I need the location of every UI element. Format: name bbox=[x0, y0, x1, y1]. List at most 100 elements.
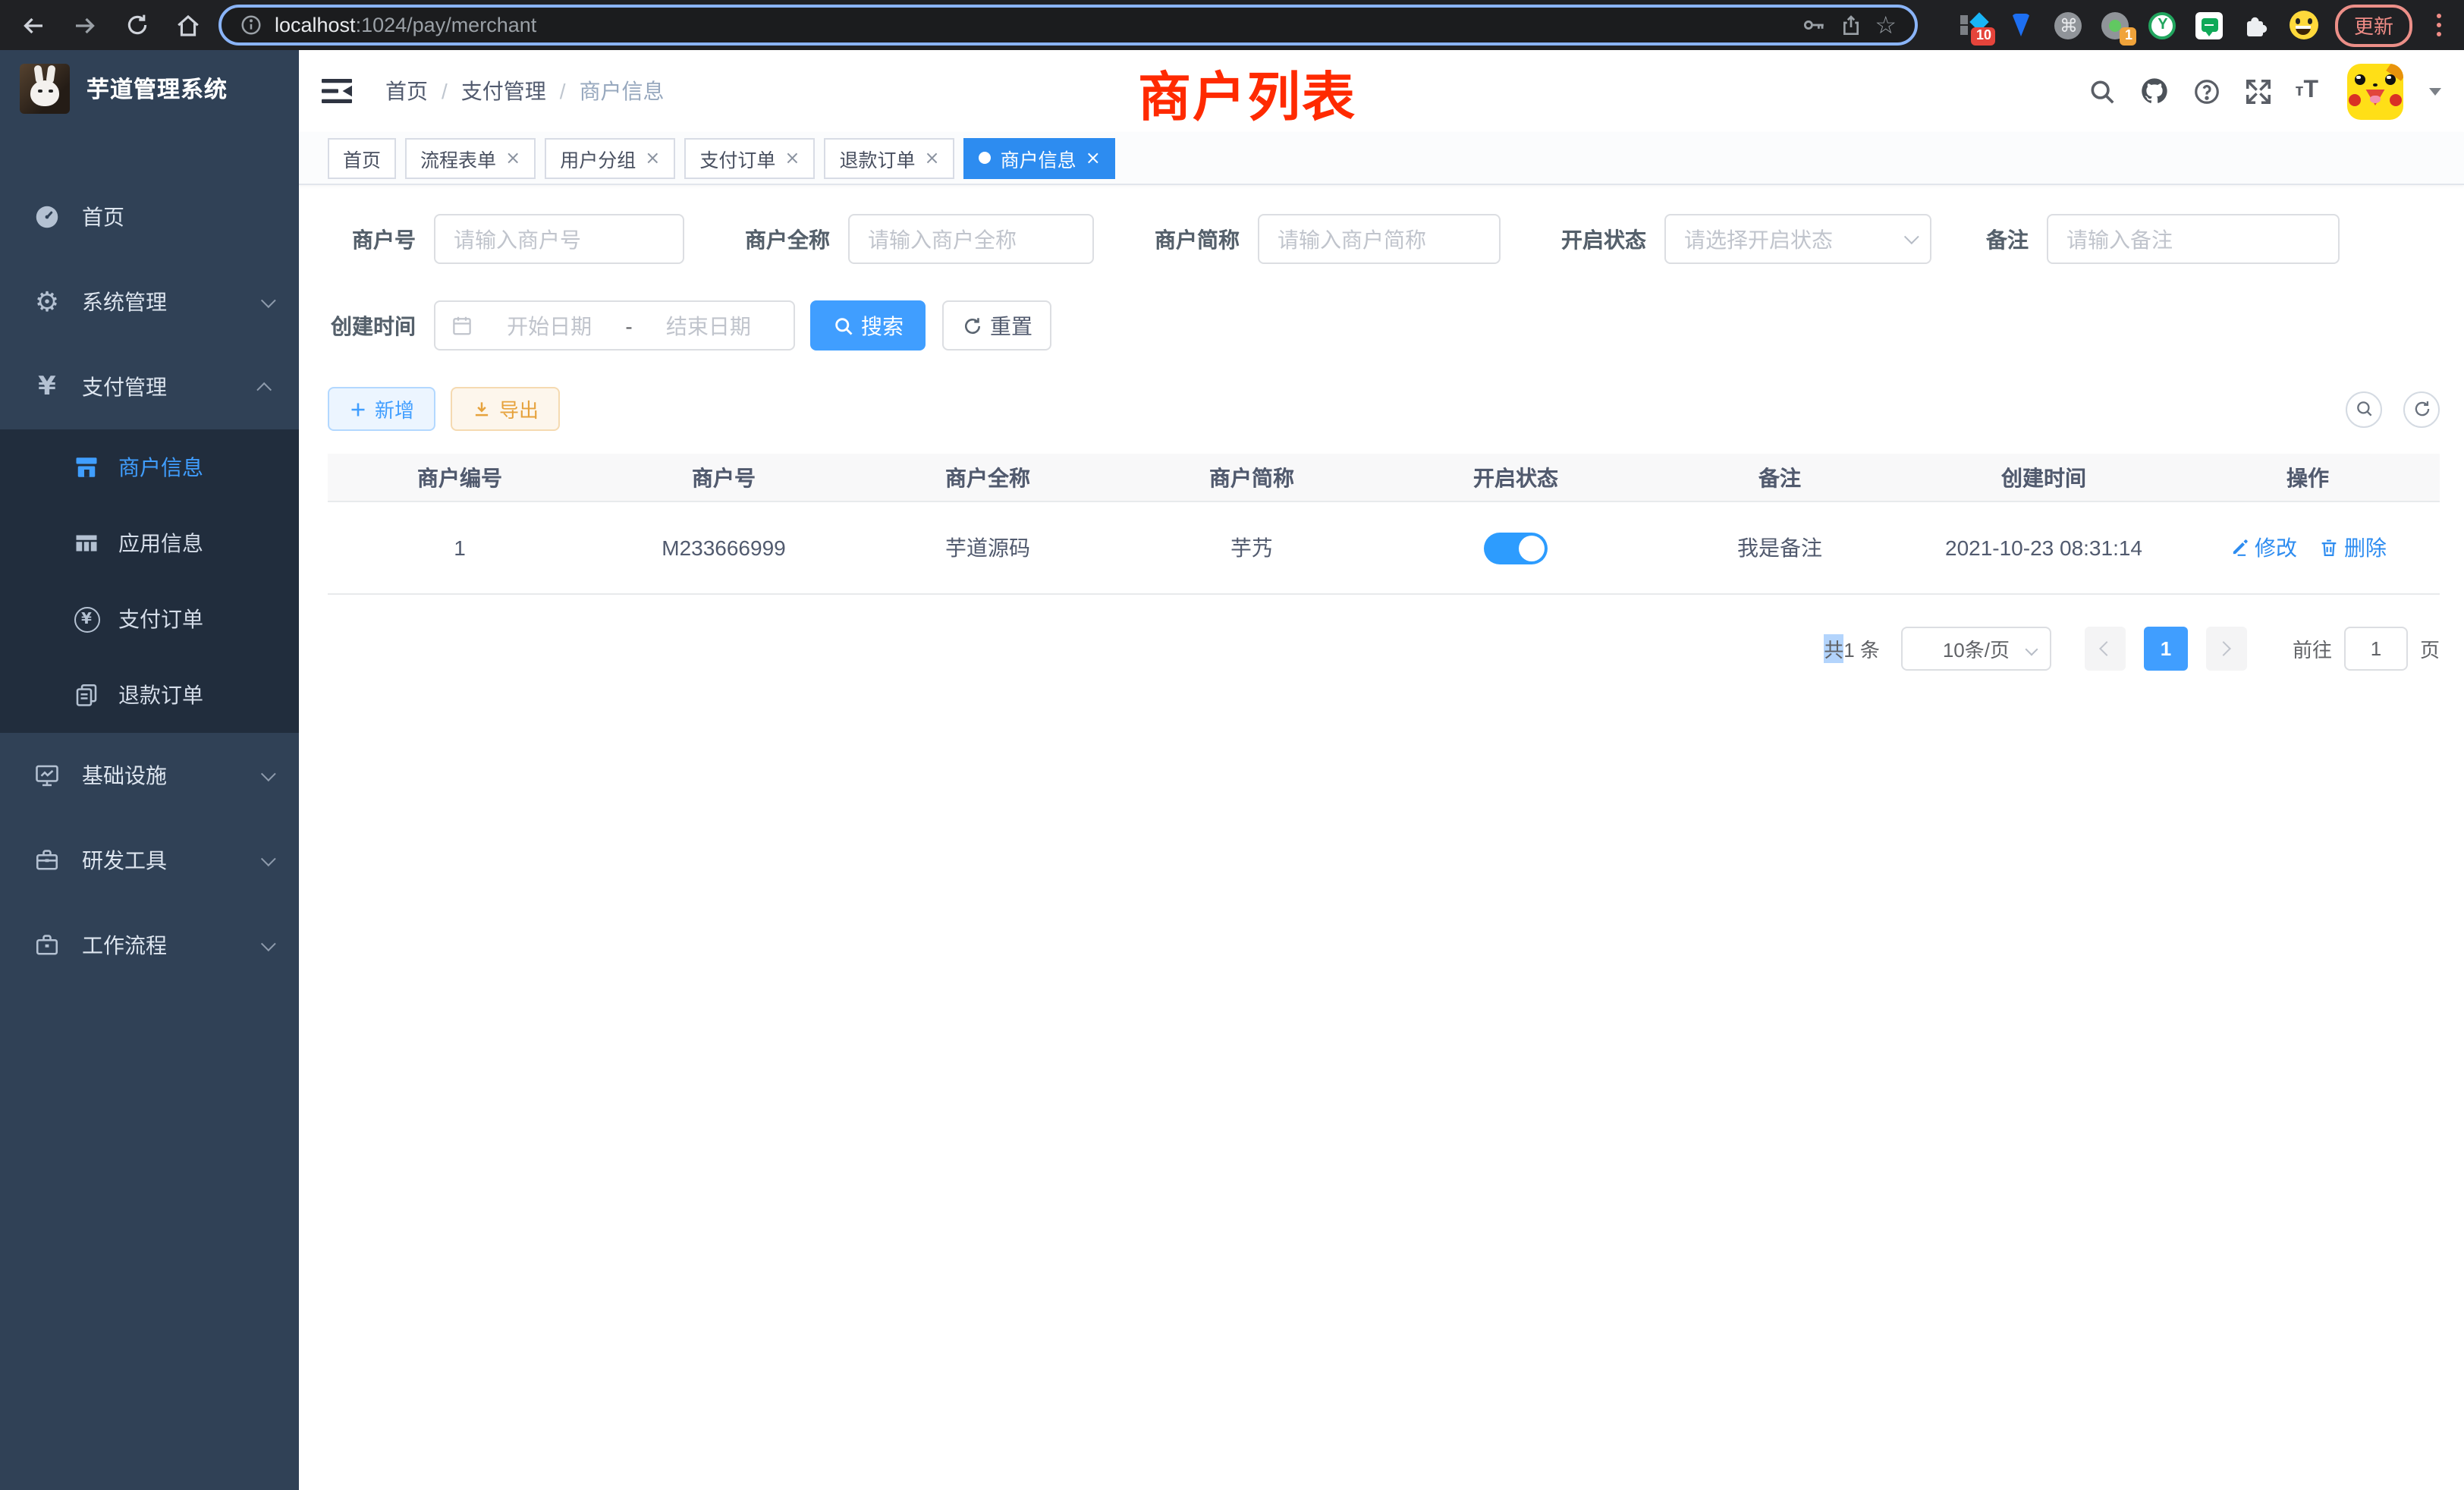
tag-user-group[interactable]: 用户分组× bbox=[545, 137, 675, 178]
extensions-puzzle-icon[interactable] bbox=[2242, 10, 2272, 40]
main-area: 商户列表 首页 / 支付管理 / 商户信息 bbox=[299, 50, 2464, 1490]
sidebar-item-dev-tools[interactable]: 研发工具 bbox=[0, 818, 299, 903]
page-content: 商户号 商户全称 商户简称 开启状态 请选择开启状态 备注 bbox=[299, 185, 2464, 671]
bookmark-star-icon[interactable] bbox=[1875, 11, 1897, 39]
col-remark: 备注 bbox=[1648, 462, 1912, 492]
extension-command-icon[interactable] bbox=[2054, 10, 2084, 40]
page-size-select[interactable]: 10条/页 bbox=[1901, 627, 2051, 671]
close-icon[interactable]: × bbox=[505, 147, 520, 168]
remark-label: 备注 bbox=[1968, 224, 2029, 254]
short-name-input[interactable] bbox=[1258, 214, 1501, 264]
search-icon bbox=[832, 315, 853, 336]
close-icon[interactable]: × bbox=[1086, 147, 1101, 168]
browser-back-button[interactable] bbox=[15, 7, 52, 43]
browser-update-button[interactable]: 更新 bbox=[2336, 4, 2412, 46]
gear-icon bbox=[30, 286, 64, 318]
tag-merchant-info[interactable]: 商户信息× bbox=[964, 137, 1116, 178]
close-icon[interactable]: × bbox=[925, 147, 940, 168]
help-icon[interactable] bbox=[2192, 77, 2221, 105]
browser-nav bbox=[15, 7, 206, 43]
add-button[interactable]: 新增 bbox=[328, 387, 435, 431]
search-icon[interactable] bbox=[2088, 77, 2117, 105]
sidebar-item-label: 支付订单 bbox=[118, 604, 203, 634]
date-range-picker[interactable]: 开始日期 - 结束日期 bbox=[434, 300, 795, 350]
status-toggle[interactable] bbox=[1484, 532, 1548, 564]
tags-view: 首页 流程表单× 用户分组× 支付订单× 退款订单× 商户信息× bbox=[299, 132, 2464, 185]
sidebar-item-label: 支付管理 bbox=[82, 372, 167, 402]
sidebar-item-payment[interactable]: ¥ 支付管理 bbox=[0, 344, 299, 429]
sidebar-item-merchant-info[interactable]: 商户信息 bbox=[0, 429, 299, 505]
sidebar-item-home[interactable]: 首页 bbox=[0, 174, 299, 259]
share-icon[interactable] bbox=[1838, 13, 1862, 37]
browser-reload-button[interactable] bbox=[118, 7, 155, 43]
sidebar-item-system[interactable]: 系统管理 bbox=[0, 259, 299, 344]
sidebar-item-pay-order[interactable]: ¥ 支付订单 bbox=[0, 581, 299, 657]
github-icon[interactable] bbox=[2139, 76, 2170, 106]
reset-button[interactable]: 重置 bbox=[942, 300, 1051, 350]
next-page-button[interactable] bbox=[2206, 627, 2247, 671]
tag-refund-order[interactable]: 退款订单× bbox=[825, 137, 955, 178]
chevron-down-icon bbox=[2025, 643, 2038, 656]
tag-home[interactable]: 首页 bbox=[328, 137, 396, 178]
tag-pay-order[interactable]: 支付订单× bbox=[684, 137, 815, 178]
chevron-down-icon bbox=[261, 850, 276, 866]
close-icon[interactable]: × bbox=[645, 147, 660, 168]
refresh-table-button[interactable] bbox=[2403, 391, 2440, 427]
edit-link[interactable]: 修改 bbox=[2229, 533, 2297, 563]
page-annotation-title: 商户列表 bbox=[1138, 55, 1356, 132]
total-count: 共1 条 bbox=[1824, 634, 1880, 663]
sidebar-item-label: 商户信息 bbox=[118, 452, 203, 483]
fullscreen-icon[interactable] bbox=[2244, 77, 2273, 105]
user-avatar[interactable] bbox=[2347, 63, 2403, 119]
toggle-search-button[interactable] bbox=[2346, 391, 2382, 427]
extension-kite-icon[interactable] bbox=[2007, 10, 2037, 40]
search-icon bbox=[2354, 399, 2374, 419]
font-size-icon[interactable]: тT bbox=[2296, 77, 2318, 105]
browser-menu-icon[interactable] bbox=[2431, 14, 2446, 37]
sidebar-item-infrastructure[interactable]: 基础设施 bbox=[0, 733, 299, 818]
breadcrumb-payment[interactable]: 支付管理 bbox=[461, 76, 546, 106]
table-header: 商户编号 商户号 商户全称 商户简称 开启状态 备注 创建时间 操作 bbox=[328, 454, 2440, 502]
browser-profile-avatar[interactable] bbox=[2289, 10, 2319, 40]
storefront-icon bbox=[71, 454, 102, 481]
chevron-up-icon bbox=[256, 382, 272, 397]
avatar-caret-icon[interactable] bbox=[2429, 87, 2441, 95]
export-button[interactable]: 导出 bbox=[451, 387, 560, 431]
url-bar[interactable]: localhost:1024/pay/merchant bbox=[218, 5, 1918, 46]
browser-home-button[interactable] bbox=[170, 7, 206, 43]
table-row: 1 M233666999 芋道源码 芋艿 我是备注 2021-10-23 08:… bbox=[328, 502, 2440, 595]
prev-page-button[interactable] bbox=[2085, 627, 2126, 671]
close-icon[interactable]: × bbox=[784, 147, 800, 168]
sidebar-item-workflow[interactable]: 工作流程 bbox=[0, 903, 299, 988]
full-name-input[interactable] bbox=[848, 214, 1094, 264]
tag-process-form[interactable]: 流程表单× bbox=[405, 137, 536, 178]
goto-page-input[interactable] bbox=[2344, 627, 2408, 671]
status-select[interactable]: 请选择开启状态 bbox=[1664, 214, 1931, 264]
url-text: localhost:1024/pay/merchant bbox=[275, 14, 536, 36]
current-page[interactable]: 1 bbox=[2144, 627, 2188, 671]
cell-merchant-no: M233666999 bbox=[592, 536, 856, 560]
app-logo-row[interactable]: 芋道管理系统 bbox=[0, 50, 299, 126]
search-button[interactable]: 搜索 bbox=[810, 300, 926, 350]
sidebar-fold-icon[interactable] bbox=[322, 77, 352, 105]
sidebar-item-app-info[interactable]: 应用信息 bbox=[0, 505, 299, 581]
browser-forward-button[interactable] bbox=[67, 7, 103, 43]
merchant-no-input[interactable] bbox=[434, 214, 684, 264]
remark-input[interactable] bbox=[2047, 214, 2340, 264]
sidebar-item-label: 首页 bbox=[82, 202, 124, 232]
extension-diamond-icon[interactable]: 10 bbox=[1960, 10, 1990, 40]
site-info-icon[interactable] bbox=[240, 14, 262, 36]
breadcrumb-home[interactable]: 首页 bbox=[385, 76, 428, 106]
extension-y-icon[interactable]: Y bbox=[2148, 10, 2178, 40]
filter-row-1: 商户号 商户全称 商户简称 开启状态 请选择开启状态 备注 bbox=[328, 214, 2440, 264]
extension-chat-icon[interactable] bbox=[2195, 10, 2225, 40]
dashboard-icon bbox=[30, 203, 64, 231]
extension-recorder-icon[interactable]: 1 bbox=[2101, 10, 2131, 40]
chevron-down-icon bbox=[1904, 229, 1919, 244]
pagination: 共1 条 10条/页 1 前往 页 bbox=[328, 627, 2440, 671]
delete-link[interactable]: 删除 bbox=[2318, 533, 2387, 563]
sidebar-item-refund-order[interactable]: 退款订单 bbox=[0, 657, 299, 733]
create-time-label: 创建时间 bbox=[328, 310, 416, 341]
password-key-icon[interactable] bbox=[1800, 12, 1826, 38]
refresh-icon bbox=[2412, 399, 2431, 419]
